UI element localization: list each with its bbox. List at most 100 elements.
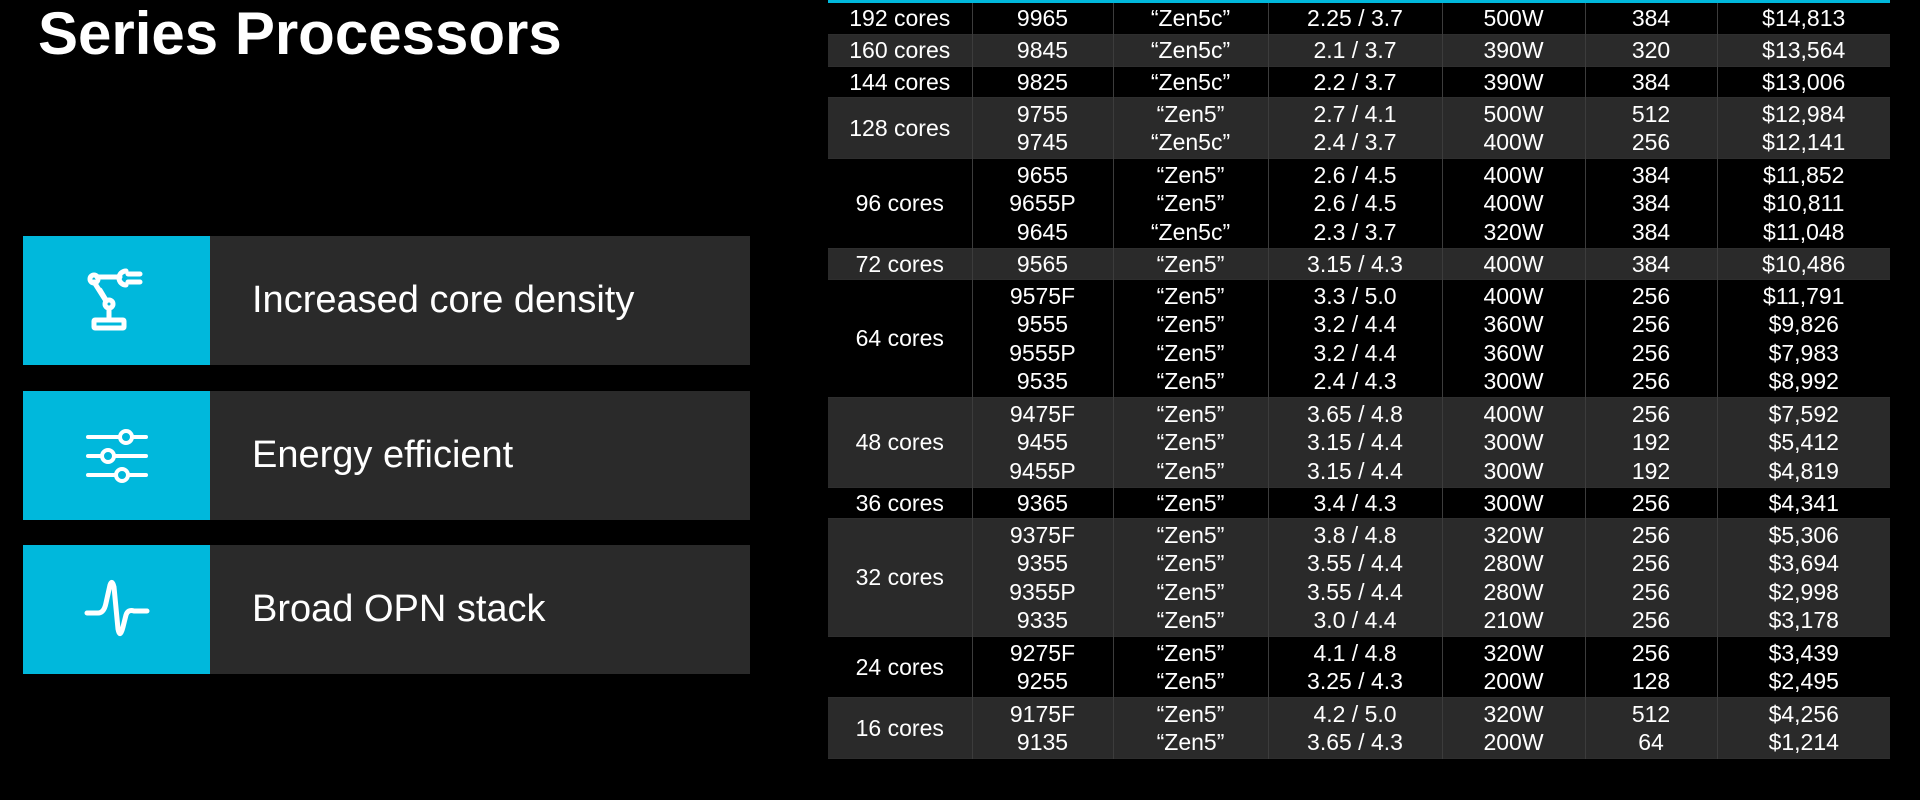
cell-line: 400W <box>1483 129 1544 155</box>
cell-line: 256 <box>1631 129 1671 155</box>
model-cell: 9565 <box>971 248 1113 280</box>
cell-line: “Zen5” <box>1156 250 1225 277</box>
feature-label: Increased core density <box>252 279 635 321</box>
cell-line: 4.1 / 4.8 <box>1313 639 1397 666</box>
cell-line: $10,811 <box>1763 190 1845 216</box>
tdp-cell: 320W 200W <box>1441 636 1585 698</box>
cell-line: 384 <box>1631 190 1671 216</box>
model-cell: 9475F 9455 9455P <box>971 397 1113 487</box>
cell-line: 2.6 / 4.5 <box>1313 190 1397 216</box>
price-cell: $13,564 <box>1716 34 1890 66</box>
cell-line: 2.6 / 4.5 <box>1313 161 1397 188</box>
cell-line: “Zen5c” <box>1150 218 1231 245</box>
cell-line: 3.65 / 4.8 <box>1307 400 1403 427</box>
cell-line: “Zen5c” <box>1150 37 1231 63</box>
cell-line: 512 <box>1631 700 1671 727</box>
cell-line: 2.4 / 3.7 <box>1313 129 1397 155</box>
cell-line: $7,592 <box>1768 400 1839 427</box>
cell-line: $4,341 <box>1768 489 1839 516</box>
feature-icon-box <box>23 391 210 520</box>
cell-line: 9275F <box>1009 639 1076 666</box>
cell-line: 128 <box>1631 668 1671 694</box>
cell-line: “Zen5c” <box>1150 129 1231 155</box>
cell-line: 2.1 / 3.7 <box>1313 37 1397 63</box>
cell-line: 9335 <box>1016 607 1069 633</box>
frequency-cell: 2.1 / 3.7 <box>1267 34 1442 66</box>
cell-line: 256 <box>1631 578 1671 605</box>
price-cell: $4,341 <box>1716 487 1890 519</box>
tdp-cell: 390W <box>1441 66 1585 98</box>
tdp-cell: 400W 400W 320W <box>1441 158 1585 248</box>
cell-line: 384 <box>1631 250 1671 277</box>
frequency-cell: 3.4 / 4.3 <box>1267 487 1442 519</box>
cell-line: 64 <box>1638 729 1664 755</box>
cache-cell: 384 <box>1584 66 1717 98</box>
cell-line: “Zen5” <box>1156 607 1225 633</box>
tdp-cell: 390W <box>1441 34 1585 66</box>
architecture-cell: “Zen5” “Zen5” “Zen5” “Zen5” <box>1112 518 1268 637</box>
cell-line: 400W <box>1483 400 1544 427</box>
cache-cell: 512 64 <box>1584 697 1717 759</box>
cell-line: “Zen5” <box>1156 161 1225 188</box>
cell-line: $4,256 <box>1768 700 1839 727</box>
cell-line: 3.15 / 4.4 <box>1307 429 1403 455</box>
core-count-cell: 16 cores <box>828 697 972 759</box>
architecture-cell: “Zen5” “Zen5” “Zen5” <box>1112 397 1268 487</box>
architecture-cell: “Zen5c” <box>1112 34 1268 66</box>
cell-line: 3.25 / 4.3 <box>1307 668 1403 694</box>
table-row: 192 cores 9965 “Zen5c” 2.25 / 3.7 500W 384 $14… <box>828 3 1890 35</box>
cache-cell: 384 <box>1584 3 1717 35</box>
cell-line: 500W <box>1483 100 1544 127</box>
cell-line: 256 <box>1631 311 1671 337</box>
model-cell: 9965 <box>971 3 1113 35</box>
cell-line: “Zen5” <box>1156 311 1225 337</box>
cell-line: 3.2 / 4.4 <box>1313 311 1397 337</box>
cell-line: 384 <box>1631 68 1671 95</box>
model-cell: 9575F 9555 9555P 9535 <box>971 279 1113 398</box>
architecture-cell: “Zen5” “Zen5” “Zen5” “Zen5” <box>1112 279 1268 398</box>
cell-line: 400W <box>1483 161 1544 188</box>
cell-line: $13,006 <box>1762 68 1846 95</box>
cell-line: 9755 <box>1016 100 1069 127</box>
cell-line: 9455P <box>1009 457 1076 484</box>
core-count-cell: 24 cores <box>828 636 972 698</box>
cell-line: 2.2 / 3.7 <box>1313 68 1397 95</box>
cell-line: 9745 <box>1016 129 1069 155</box>
cell-line: “Zen5” <box>1156 521 1225 548</box>
cell-line: 400W <box>1483 250 1544 277</box>
cell-line: 256 <box>1631 282 1671 309</box>
model-cell: 9275F 9255 <box>971 636 1113 698</box>
model-cell: 9655 9655P 9645 <box>971 158 1113 248</box>
cell-line: 3.55 / 4.4 <box>1307 578 1403 605</box>
cell-line: “Zen5” <box>1156 668 1225 694</box>
cell-line: $13,564 <box>1762 37 1846 63</box>
cell-line: 384 <box>1631 161 1671 188</box>
price-cell: $11,791 $9,826 $7,983 $8,992 <box>1716 279 1890 398</box>
cell-line: “Zen5” <box>1156 400 1225 427</box>
cell-line: 9375F <box>1009 521 1076 548</box>
frequency-cell: 3.8 / 4.8 3.55 / 4.4 3.55 / 4.4 3.0 / 4.4 <box>1267 518 1442 637</box>
cache-cell: 256 256 256 256 <box>1584 518 1717 637</box>
pulse-icon <box>84 579 149 636</box>
cell-line: 280W <box>1483 578 1544 605</box>
price-cell: $7,592 $5,412 $4,819 <box>1716 397 1890 487</box>
feature-label: Broad OPN stack <box>252 588 546 630</box>
cell-line: 300W <box>1483 429 1544 455</box>
core-count-cell: 192 cores <box>828 3 972 35</box>
architecture-cell: “Zen5” “Zen5” “Zen5c” <box>1112 158 1268 248</box>
frequency-cell: 4.1 / 4.8 3.25 / 4.3 <box>1267 636 1442 698</box>
cell-line: 200W <box>1483 668 1544 694</box>
cell-line: $14,813 <box>1762 5 1846 32</box>
cell-line: $5,306 <box>1768 521 1839 548</box>
cell-line: 3.4 / 4.3 <box>1313 489 1397 516</box>
cell-line: 320W <box>1483 521 1544 548</box>
cell-line: 2.4 / 4.3 <box>1313 368 1397 394</box>
table-row: 128 cores 9755 9745 “Zen5” “Zen5c” 2.7 / 4.1 2… <box>828 97 1890 159</box>
core-count-cell: 160 cores <box>828 34 972 66</box>
cell-line: $2,998 <box>1768 578 1839 605</box>
model-cell: 9375F 9355 9355P 9335 <box>971 518 1113 637</box>
model-cell: 9825 <box>971 66 1113 98</box>
cell-line: 9645 <box>1016 218 1069 245</box>
table-row: 24 cores 9275F 9255 “Zen5” “Zen5” 4.1 / 4.8 3.… <box>828 636 1890 698</box>
cell-line: “Zen5” <box>1156 489 1225 516</box>
